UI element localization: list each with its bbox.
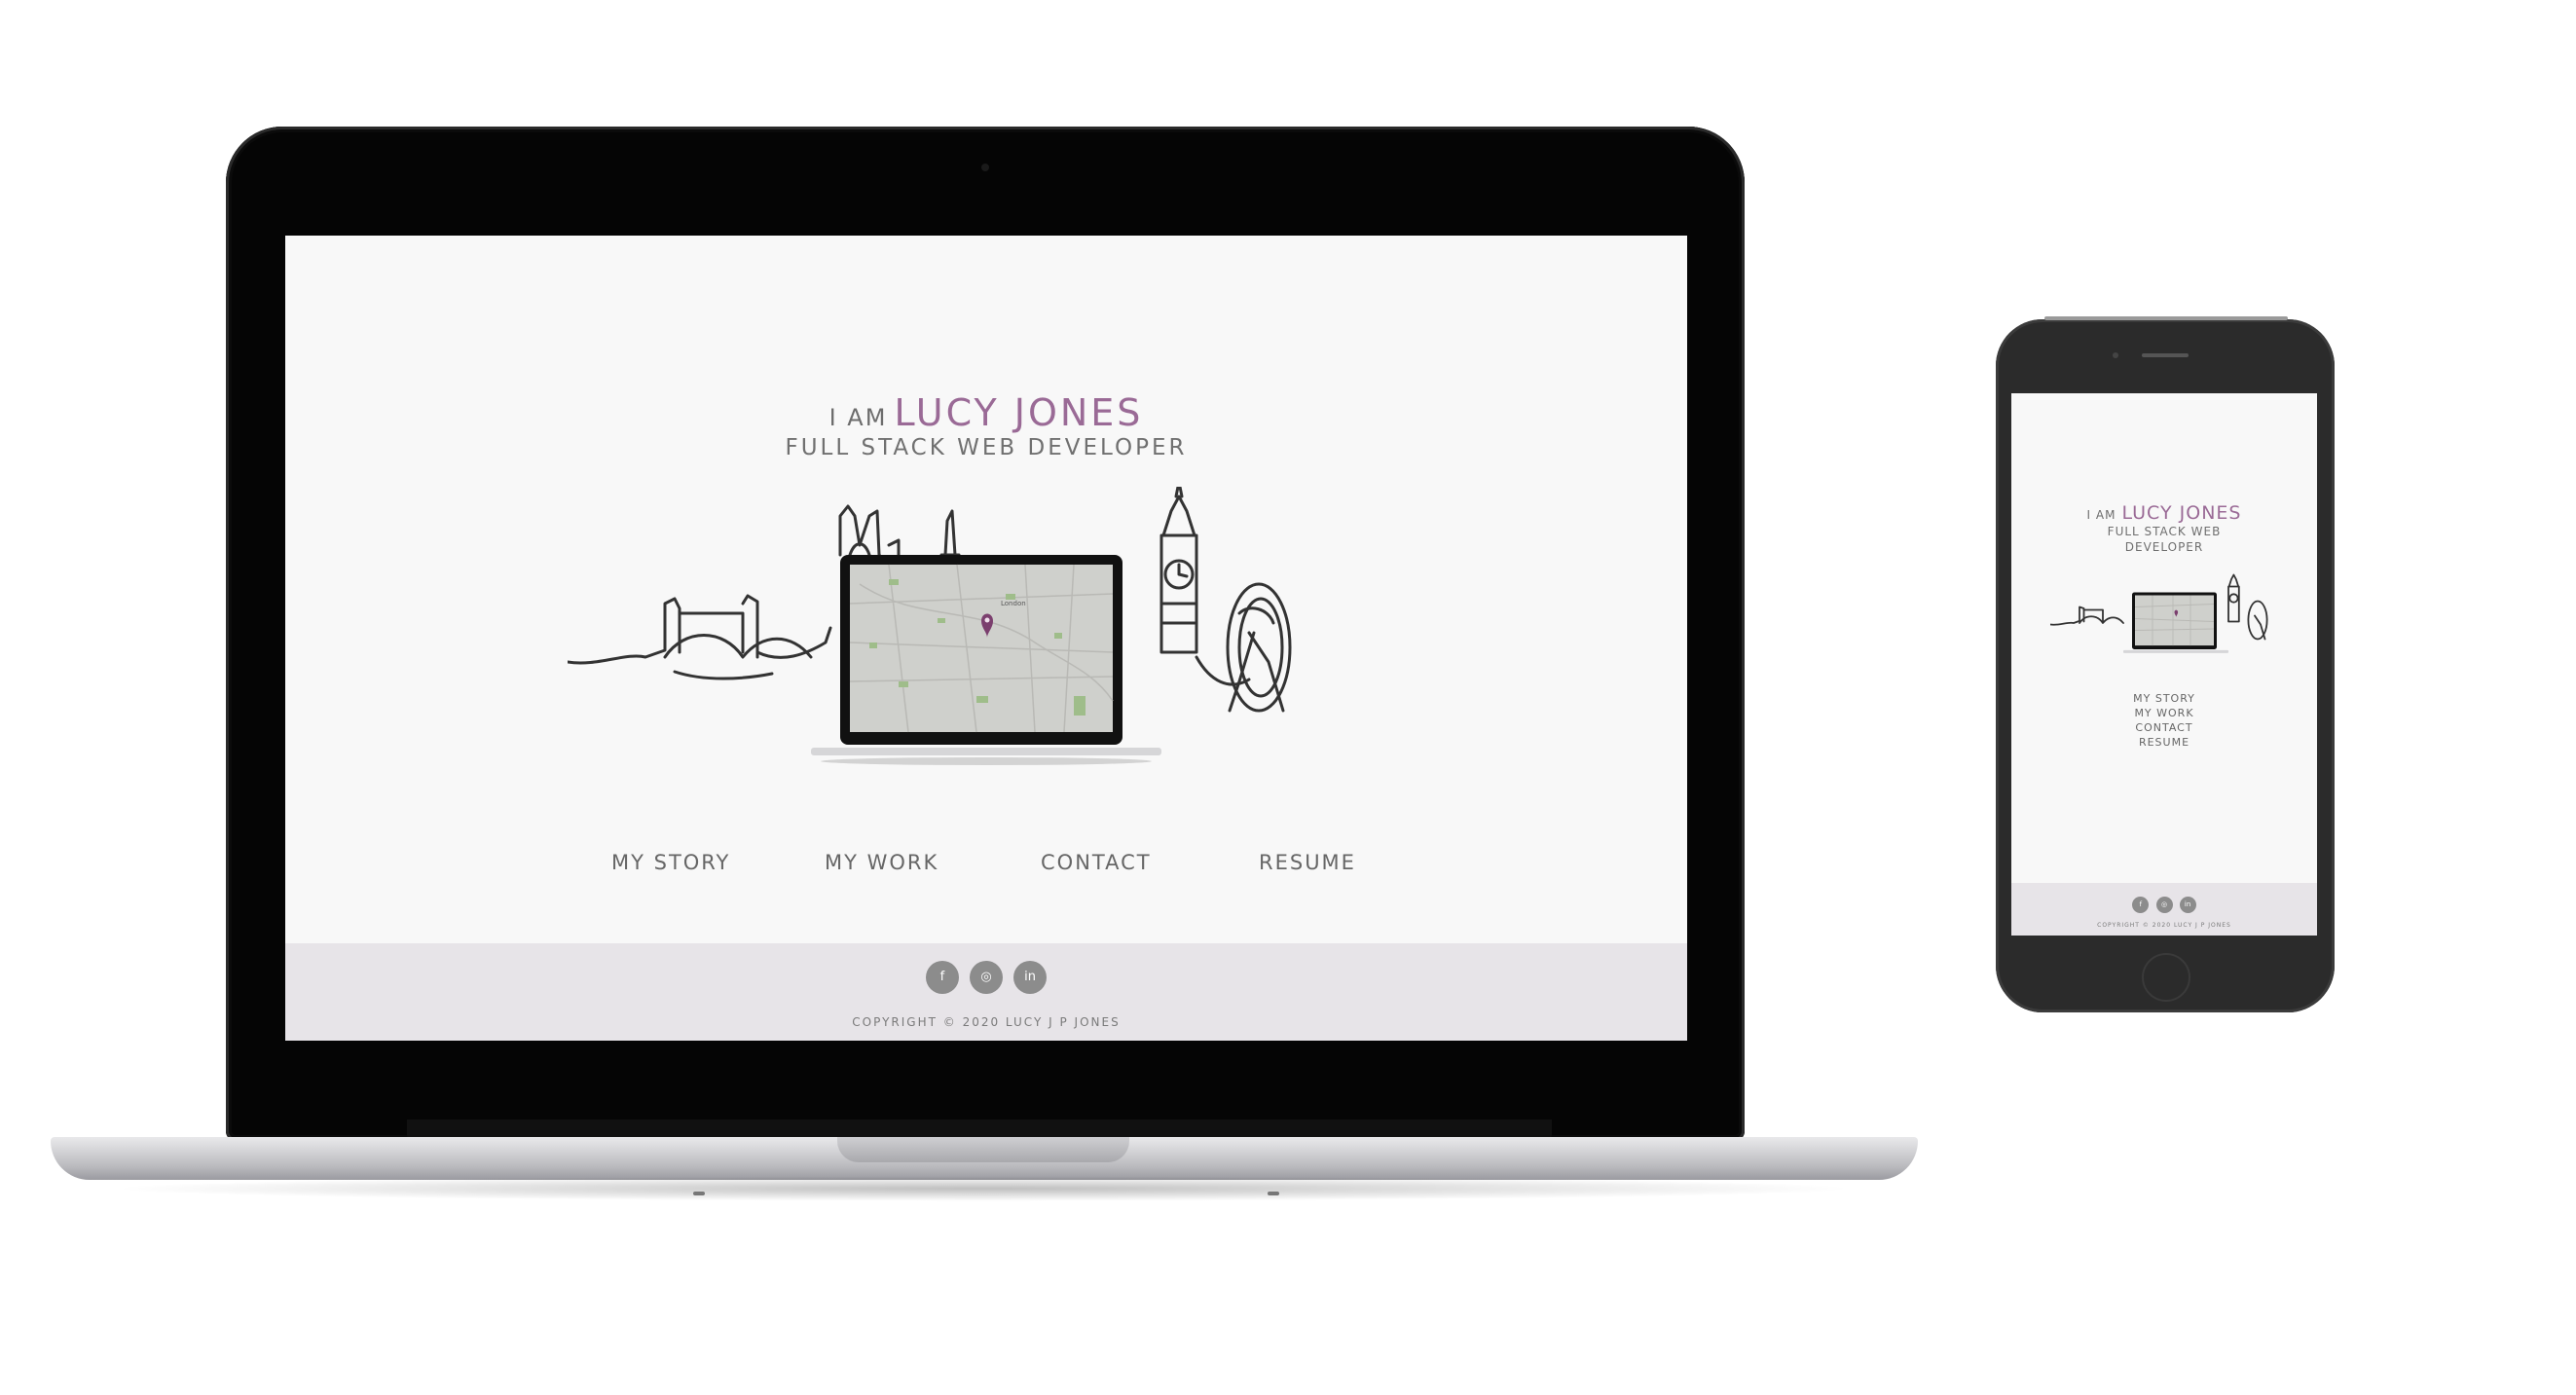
facebook-icon[interactable]: f: [2132, 897, 2150, 913]
phone-camera: [2113, 352, 2118, 358]
phone-copyright-text: COPYRIGHT © 2020 LUCY J P JONES: [2097, 922, 2231, 929]
laptop-screen: I AM LUCY JONES FULL STACK WEB DEVELOPER: [285, 236, 1687, 1041]
phone-skyline-illustration: [2050, 573, 2268, 653]
hero-heading: I AM LUCY JONES: [285, 391, 1687, 434]
instagram-icon[interactable]: ◎: [970, 961, 1003, 994]
linkedin-icon[interactable]: in: [1013, 961, 1048, 994]
nav-my-work[interactable]: MY WORK: [825, 851, 938, 874]
laptop-shadow: [107, 1176, 1859, 1201]
copyright-text: COPYRIGHT © 2020 LUCY J P JONES: [852, 1015, 1121, 1029]
hero-iam: I AM: [828, 404, 888, 431]
phone-home-button: [2142, 953, 2190, 1002]
facebook-icon[interactable]: f: [925, 961, 959, 994]
phone-main-nav: MY STORY MY WORK CONTACT RESUME: [2011, 691, 2317, 750]
phone-nav-my-story[interactable]: MY STORY: [2011, 691, 2317, 706]
social-links: f ◎ in: [285, 961, 1687, 994]
phone-role-line-2: DEVELOPER: [2124, 540, 2204, 554]
phone-hero-iam: I AM: [2086, 508, 2116, 522]
page-footer: f ◎ in COPYRIGHT © 2020 LUCY J P JONES: [285, 943, 1687, 1041]
phone-hero-heading: I AM LUCY JONES: [2011, 502, 2317, 524]
laptop-foot: [693, 1192, 705, 1195]
nav-resume[interactable]: RESUME: [1259, 851, 1356, 874]
phone-social-links: f ◎ in: [2011, 892, 2317, 913]
laptop-foot: [1268, 1192, 1279, 1195]
nav-my-story[interactable]: MY STORY: [611, 851, 730, 874]
phone-screen: I AM LUCY JONES FULL STACK WEB DEVELOPER…: [2011, 393, 2317, 936]
phone-nav-contact[interactable]: CONTACT: [2011, 720, 2317, 735]
phone-hero-role: FULL STACK WEB DEVELOPER: [2011, 524, 2317, 555]
laptop-camera: [981, 164, 989, 171]
linkedin-icon[interactable]: in: [2179, 897, 2196, 913]
nav-contact[interactable]: CONTACT: [1041, 851, 1152, 874]
illustration-laptop: London: [811, 555, 1161, 765]
phone-nav-resume[interactable]: RESUME: [2011, 735, 2317, 750]
hero-role: FULL STACK WEB DEVELOPER: [785, 435, 1188, 460]
phone-nav-my-work[interactable]: MY WORK: [2011, 706, 2317, 720]
phone-role-line-1: FULL STACK WEB: [2107, 525, 2222, 538]
instagram-icon[interactable]: ◎: [2155, 897, 2173, 913]
hero-name: LUCY JONES: [894, 391, 1144, 434]
laptop-notch: [837, 1137, 1129, 1162]
phone-hero-name: LUCY JONES: [2121, 502, 2242, 524]
phone-page-footer: f ◎ in COPYRIGHT © 2020 LUCY J P JONES: [2011, 883, 2317, 936]
phone-top-edge: [2044, 316, 2288, 320]
main-nav: MY STORY MY WORK CONTACT RESUME: [285, 851, 1687, 880]
london-skyline-illustration: London: [568, 487, 1292, 765]
phone-speaker: [2142, 353, 2189, 357]
map-label: London: [1001, 600, 1026, 607]
